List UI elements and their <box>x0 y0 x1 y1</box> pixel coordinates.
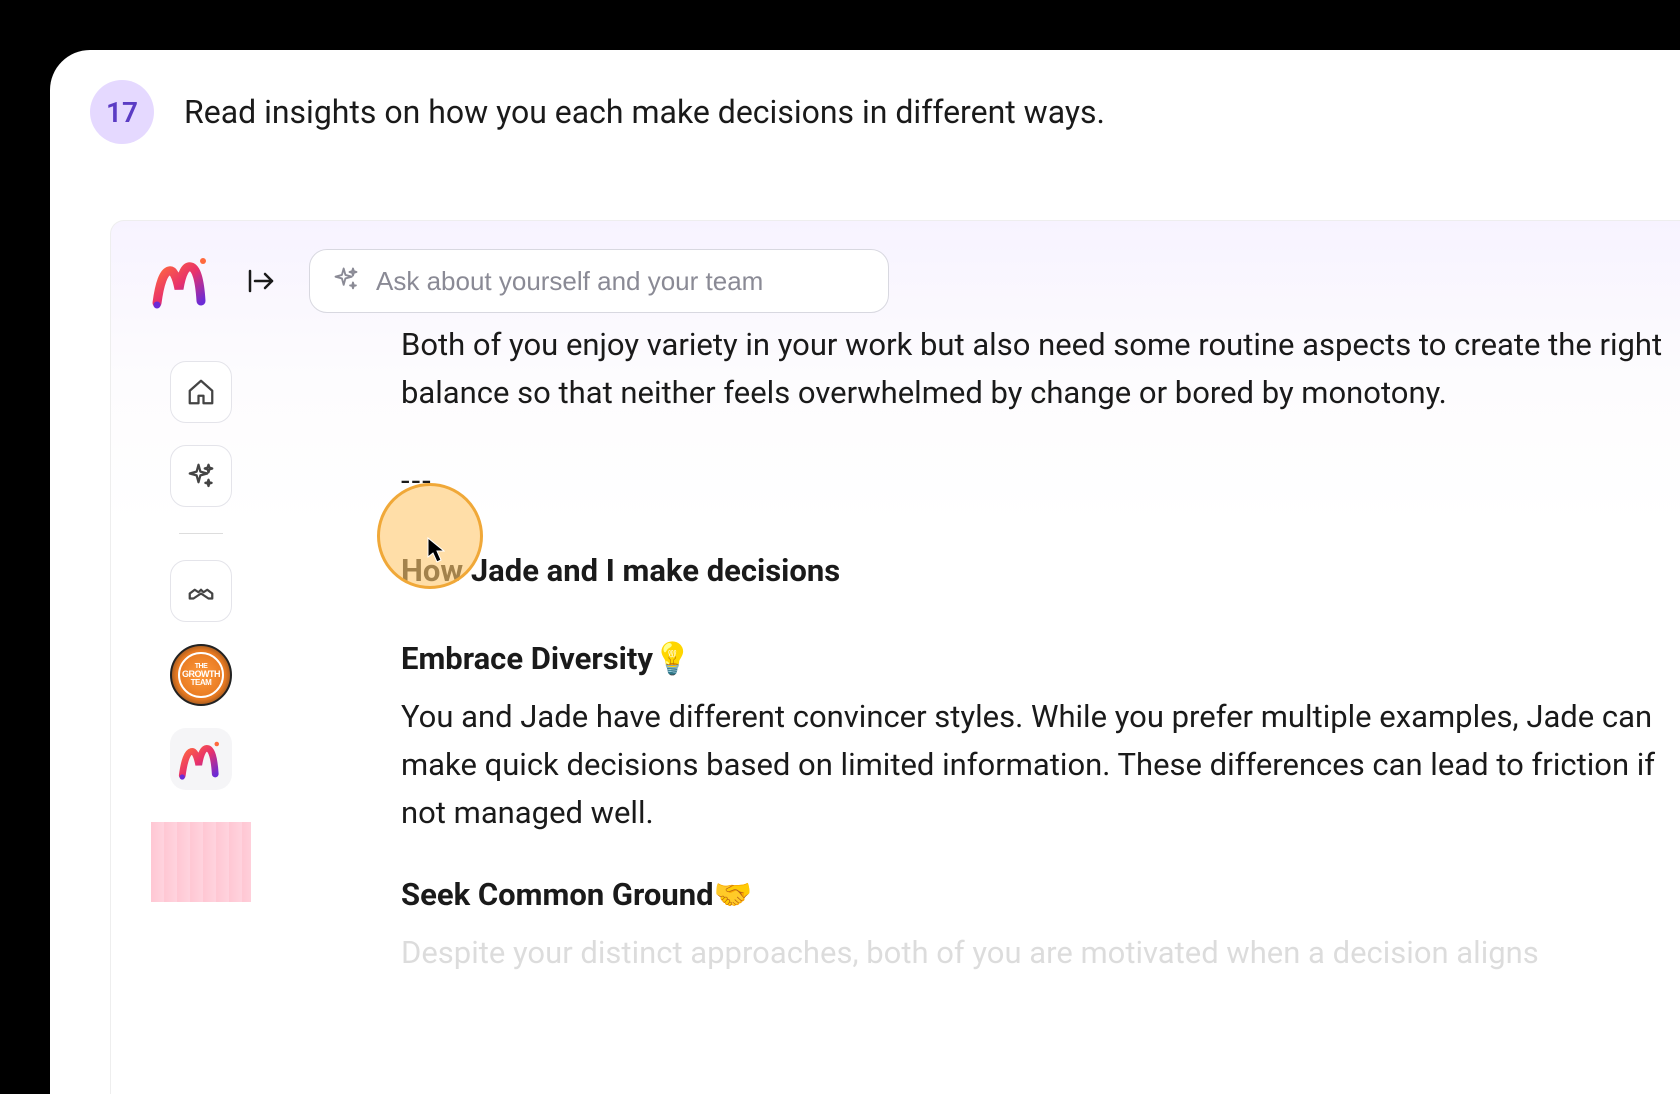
tutorial-window: 17 Read insights on how you each make de… <box>50 50 1680 1094</box>
instruction-bar: 17 Read insights on how you each make de… <box>50 50 1680 164</box>
top-bar <box>111 221 1680 333</box>
home-button[interactable] <box>170 361 232 423</box>
search-input[interactable] <box>376 266 866 297</box>
subsection-title-text: Seek Common Ground <box>401 876 714 913</box>
sparkle-icon <box>332 265 360 297</box>
section-heading: How Jade and I make decisions <box>401 547 1680 595</box>
app-workspace-avatar[interactable] <box>170 728 232 790</box>
team-button[interactable] <box>170 560 232 622</box>
app-logo[interactable] <box>151 253 213 309</box>
content-divider: --- <box>401 457 1680 505</box>
sidebar: THE GROWTH TEAM <box>151 361 251 902</box>
paragraph-intro: Both of you enjoy variety in your work b… <box>401 321 1680 417</box>
app-frame: THE GROWTH TEAM Both of you enjoy variet… <box>110 220 1680 1094</box>
step-number-badge: 17 <box>90 80 154 144</box>
subsection-title-text: Embrace Diversity <box>401 640 653 677</box>
subsection-title-1: Embrace Diversity💡 <box>401 635 1680 683</box>
handshake-emoji: 🤝 <box>714 871 753 919</box>
insights-button[interactable] <box>170 445 232 507</box>
subsection-body-1: You and Jade have different convincer st… <box>401 693 1680 837</box>
subsection-body-2: Despite your distinct approaches, both o… <box>401 929 1680 977</box>
growth-team-text: TEAM <box>191 679 212 687</box>
sidebar-bottom-decoration <box>151 822 251 902</box>
instruction-text: Read insights on how you each make decis… <box>184 93 1105 131</box>
subsection-title-2: Seek Common Ground🤝 <box>401 871 1680 919</box>
search-box[interactable] <box>309 249 889 313</box>
expand-sidebar-button[interactable] <box>241 261 281 301</box>
growth-team-avatar[interactable]: THE GROWTH TEAM <box>170 644 232 706</box>
insights-content: Both of you enjoy variety in your work b… <box>401 321 1680 1094</box>
lightbulb-emoji: 💡 <box>653 635 692 683</box>
sidebar-divider <box>179 533 223 534</box>
